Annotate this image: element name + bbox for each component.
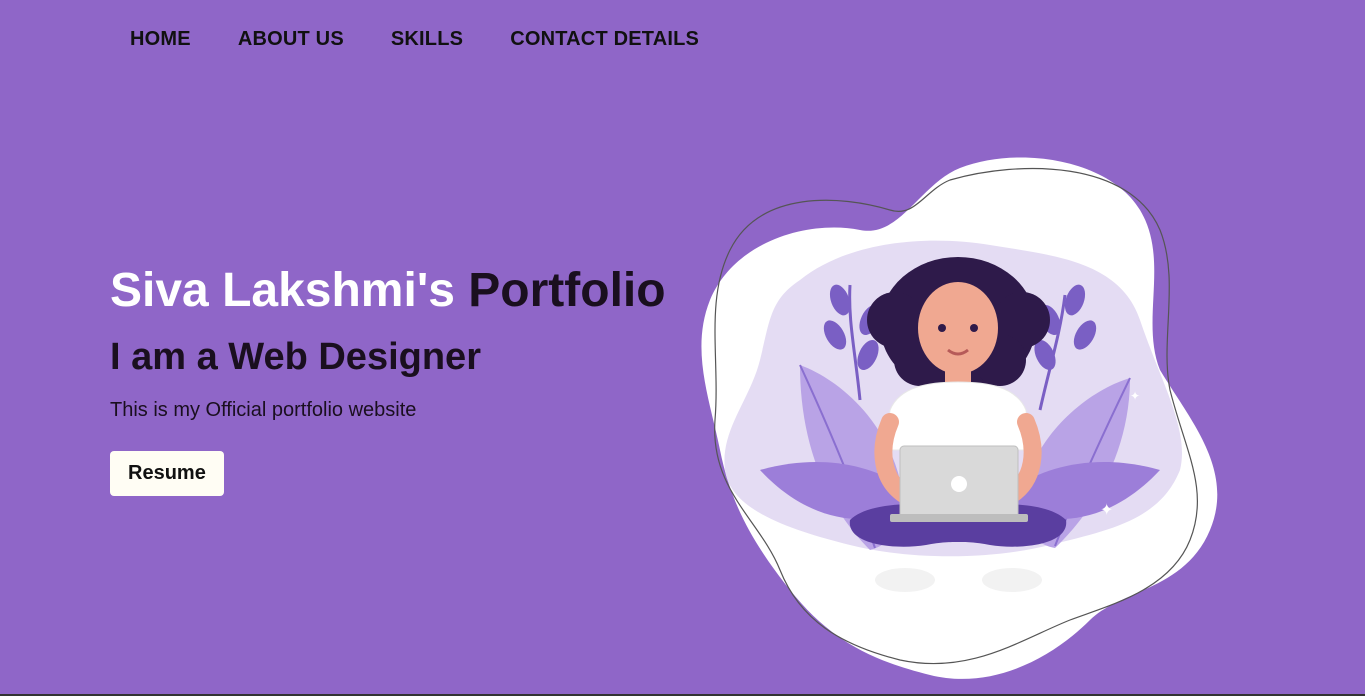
top-nav: HOME ABOUT US SKILLS CONTACT DETAILS bbox=[130, 28, 746, 51]
title-name: Siva Lakshmi's bbox=[110, 264, 455, 317]
page-title: Siva Lakshmi's Portfolio bbox=[110, 262, 710, 320]
svg-text:✦: ✦ bbox=[1130, 389, 1140, 403]
hero-illustration: ✦ ✦ ✦ bbox=[690, 150, 1230, 690]
title-word: Portfolio bbox=[468, 264, 666, 317]
hero-description: This is my Official portfolio website bbox=[110, 399, 417, 421]
hero-section: Siva Lakshmi's Portfolio I am a Web Desi… bbox=[110, 262, 710, 496]
nav-about-us[interactable]: ABOUT US bbox=[238, 28, 344, 51]
nav-home[interactable]: HOME bbox=[130, 28, 191, 51]
resume-button[interactable]: Resume bbox=[110, 451, 224, 496]
svg-text:✦: ✦ bbox=[785, 536, 797, 552]
nav-skills[interactable]: SKILLS bbox=[391, 28, 463, 51]
svg-text:✦: ✦ bbox=[1100, 500, 1113, 519]
nav-contact-details[interactable]: CONTACT DETAILS bbox=[510, 28, 699, 51]
woman-with-laptop-icon: ✦ ✦ ✦ bbox=[701, 157, 1218, 679]
hero-subtitle: I am a Web Designer bbox=[110, 336, 481, 378]
